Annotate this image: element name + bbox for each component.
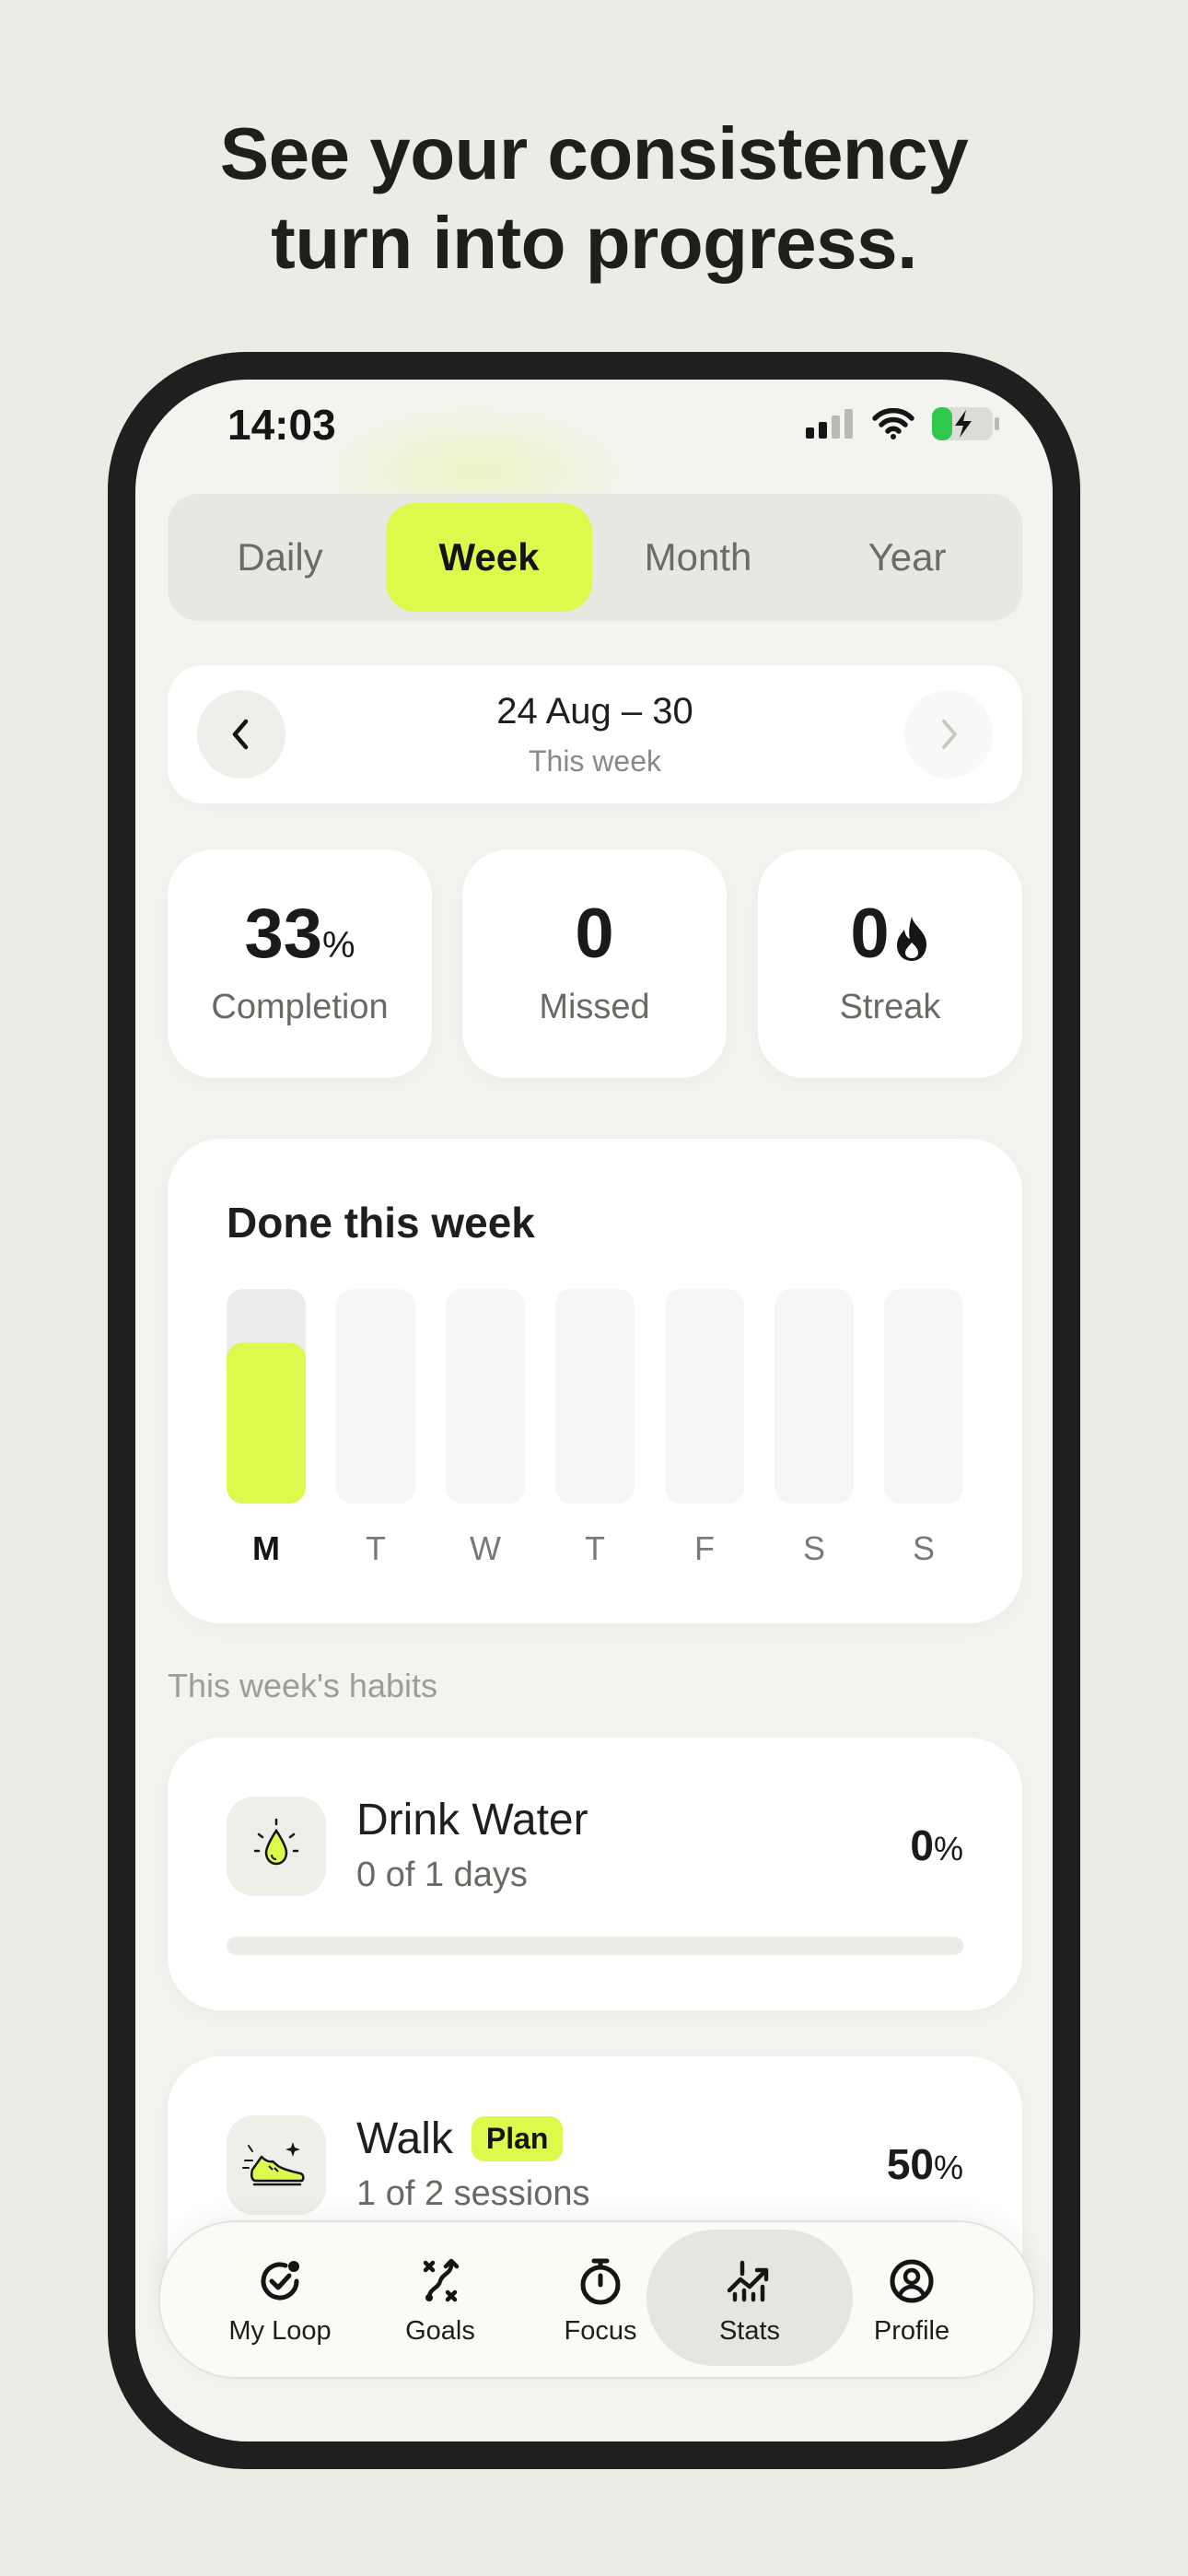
bar-track-3 [555,1289,635,1504]
day-label-1: T [366,1529,386,1567]
bottom-tab-bar: My Loop Goals Focus Stats Profile [158,2220,1035,2379]
day-label-6: S [913,1529,935,1567]
tab-label: Stats [718,2315,781,2346]
tab-stats[interactable]: Stats [671,2222,828,2377]
week-navigator: 24 Aug – 30 This week [168,665,1022,803]
segment-week[interactable]: Week [386,503,592,612]
battery-charging-icon [932,407,999,440]
habit-progress-text: 0 of 1 days [356,1856,528,1894]
habit-icon-container [227,1797,326,1896]
tab-label: Profile [873,2315,950,2346]
bar-track-4 [665,1289,744,1504]
route-icon [423,2258,460,2301]
chevron-right-icon [942,720,957,749]
weekly-bar-chart: MTWTFSS [227,1289,963,1567]
habit-progress-track [227,1937,963,1955]
phone-screen: 14:03 Daily Week Month Year 24 Aug – 30 … [135,380,1053,2441]
segment-daily[interactable]: Daily [177,503,383,612]
day-label-0: M [252,1529,280,1567]
habits-section-label: This week's habits [168,1667,437,1704]
day-label-2: W [470,1529,501,1567]
bar-0 [227,1342,306,1504]
segment-month[interactable]: Month [595,503,801,612]
tab-label: Goals [405,2315,475,2346]
tab-profile[interactable]: Profile [833,2222,990,2377]
headline-line-2: turn into progress. [271,202,917,284]
flame-icon [896,917,926,961]
headline: See your consistency turn into progress. [0,109,1188,287]
bar-track-2 [446,1289,525,1504]
habit-percent: 0% [910,1821,963,1869]
segment-year[interactable]: Year [804,503,1010,612]
day-label-5: S [803,1529,825,1567]
user-circle-icon [890,2259,934,2302]
status-time: 14:03 [227,401,336,449]
trending-chart-icon [727,2260,769,2301]
date-range-subtitle: This week [528,744,662,778]
sneaker-icon [242,2142,305,2186]
completion-stat-card: 33% Completion [168,849,432,1078]
habit-percent: 50% [886,2140,963,2188]
habit-card-drink-water[interactable]: Drink Water 0 of 1 days 0% [168,1738,1022,2010]
date-range: 24 Aug – 30 [496,691,693,732]
tab-goals[interactable]: Goals [362,2222,518,2377]
period-segmented-control: Daily Week Month Year [168,494,1022,621]
tab-focus[interactable]: Focus [522,2222,679,2377]
headline-line-1: See your consistency [219,112,969,194]
check-circle-icon [261,2260,299,2300]
streak-label: Streak [839,988,941,1026]
habit-name: Walk Plan [356,2113,564,2164]
plan-badge: Plan [471,2116,564,2161]
next-week-button[interactable] [904,690,993,779]
bar-track-5 [775,1289,854,1504]
habit-progress-text: 1 of 2 sessions [356,2174,590,2213]
missed-stat-card: 0 Missed [462,849,727,1078]
streak-stat-card: 0 Streak [758,849,1022,1078]
missed-label: Missed [539,988,650,1026]
status-icons [806,405,1001,442]
missed-value: 0 [575,895,614,973]
signal-icon [806,409,853,439]
bar-track-6 [884,1289,963,1504]
day-label-4: F [694,1529,715,1567]
tab-my-loop[interactable]: My Loop [202,2222,358,2377]
tab-label: Focus [564,2315,637,2346]
weekly-chart-card: Done this week MTWTFSS [168,1139,1022,1623]
water-drop-icon [253,1818,299,1866]
bar-track-1 [336,1289,415,1504]
completion-value: 33% [244,895,355,973]
tab-label: My Loop [228,2315,332,2346]
completion-label: Completion [211,988,389,1026]
streak-value: 0 [758,897,1022,971]
day-label-3: T [585,1529,605,1567]
wifi-icon [872,408,914,439]
stopwatch-icon [580,2258,621,2304]
phone-frame: 14:03 Daily Week Month Year 24 Aug – 30 … [108,352,1080,2469]
habit-icon-container [227,2115,326,2215]
habit-name: Drink Water [356,1796,588,1844]
